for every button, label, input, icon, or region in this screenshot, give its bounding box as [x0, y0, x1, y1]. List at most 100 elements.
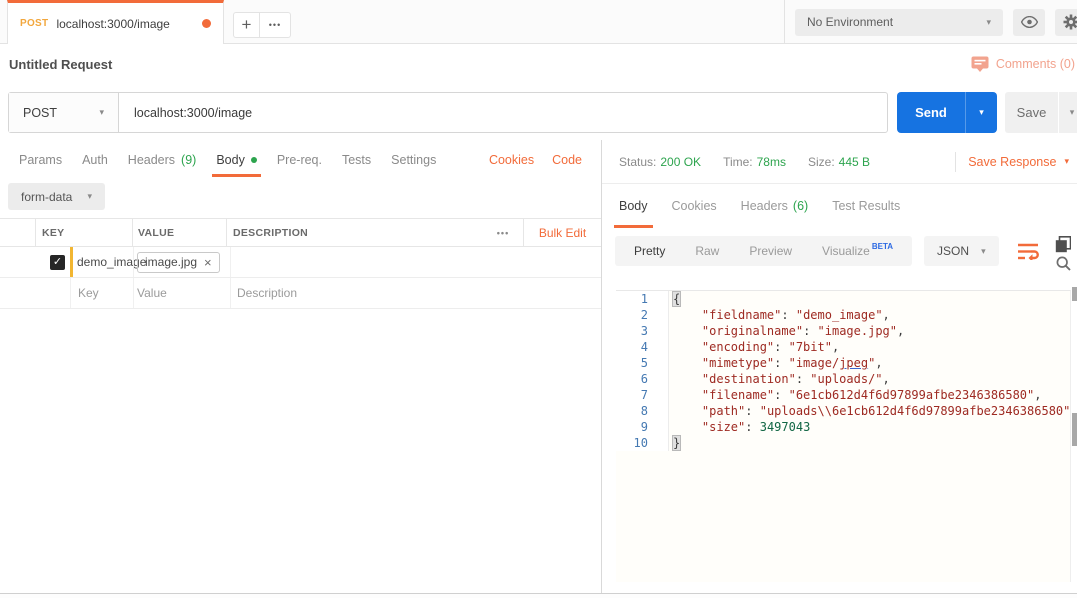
tab-headers[interactable]: Headers(9)	[118, 145, 207, 175]
scrollbar-thumb[interactable]	[1072, 287, 1077, 301]
body-mode-selector[interactable]: form-data ▾	[8, 183, 105, 210]
code-line: 7 "filename": "6e1cb612d4f6d97899afbe234…	[616, 387, 1070, 403]
comments-button[interactable]: Comments (0)	[971, 56, 1075, 72]
row-checkbox[interactable]: ✓	[50, 255, 65, 270]
line-number: 3	[616, 323, 669, 339]
tab-pre-req-[interactable]: Pre-req.	[267, 145, 332, 175]
column-header-key: KEY	[36, 219, 133, 246]
description-cell[interactable]	[230, 247, 601, 277]
code-line: 3 "originalname": "image.jpg",	[616, 323, 1070, 339]
request-pane: ParamsAuthHeaders(9)BodyPre-req.TestsSet…	[0, 140, 601, 593]
file-chip: image.jpg ×	[137, 252, 220, 273]
tab-params[interactable]: Params	[9, 145, 72, 175]
send-button[interactable]: Send	[897, 92, 966, 133]
save-response-button[interactable]: Save Response ▾	[956, 155, 1077, 169]
table-row: ✓ demo_image image.jpg ×	[0, 247, 601, 278]
status-value: 200 OK	[660, 155, 701, 169]
chevron-down-icon: ▾	[986, 17, 991, 28]
time-pair: Time:78ms	[723, 155, 786, 169]
gear-icon	[1063, 14, 1077, 30]
more-tabs-button[interactable]: •••	[260, 13, 290, 37]
wrap-text-icon	[1017, 242, 1039, 260]
response-tab-cookies[interactable]: Cookies	[660, 184, 729, 228]
remove-file-icon[interactable]: ×	[204, 255, 212, 270]
code-line: 5 "mimetype": "image/jpeg",	[616, 355, 1070, 371]
new-tab-button[interactable]: +	[234, 13, 260, 37]
response-tab-body[interactable]: Body	[607, 184, 660, 228]
tab-body[interactable]: Body	[206, 145, 267, 175]
line-number: 1	[616, 291, 669, 307]
line-number: 10	[616, 435, 669, 451]
line-number: 8	[616, 403, 669, 419]
cookies-link[interactable]: Cookies	[489, 153, 534, 167]
response-tab-headers[interactable]: Headers(6)	[729, 184, 821, 228]
form-data-table: KEY VALUE DESCRIPTION ••• Bulk Edit ✓ de…	[0, 218, 601, 309]
column-header-value: VALUE	[133, 219, 227, 246]
eye-icon	[1021, 16, 1038, 28]
response-pane: Status:200 OK Time:78ms Size:445 B Save …	[601, 140, 1077, 593]
column-header-description: DESCRIPTION	[227, 219, 483, 246]
code-line: 2 "fieldname": "demo_image",	[616, 307, 1070, 323]
search-icon	[1056, 256, 1071, 271]
method-selector[interactable]: POST ▾	[9, 93, 119, 132]
chevron-down-icon: ▾	[1064, 156, 1069, 167]
main-split: ParamsAuthHeaders(9)BodyPre-req.TestsSet…	[0, 140, 1077, 593]
body-mode-label: form-data	[21, 190, 72, 204]
bulk-edit-button[interactable]: Bulk Edit	[523, 219, 601, 246]
key-input[interactable]: Key	[70, 278, 133, 308]
view-tab-visualize[interactable]: VisualizeBETA	[807, 244, 908, 258]
tab-auth[interactable]: Auth	[72, 145, 118, 175]
line-number: 2	[616, 307, 669, 323]
response-tabs: BodyCookiesHeaders(6)Test Results	[602, 184, 1077, 228]
chevron-down-icon: ▾	[979, 107, 984, 118]
tab-controls: + •••	[233, 12, 291, 38]
size-pair: Size:445 B	[808, 155, 870, 169]
value-input[interactable]: Value	[133, 278, 230, 308]
environment-selector[interactable]: No Environment ▾	[795, 9, 1003, 36]
green-dot-icon	[251, 157, 257, 163]
send-options-button[interactable]: ▾	[966, 92, 997, 133]
view-tab-pretty[interactable]: Pretty	[619, 244, 680, 258]
wrap-text-button[interactable]	[1013, 236, 1043, 266]
language-selector[interactable]: JSON ▾	[924, 236, 999, 266]
description-input[interactable]: Description	[230, 278, 601, 308]
line-number: 6	[616, 371, 669, 387]
line-number: 7	[616, 387, 669, 403]
line-number: 4	[616, 339, 669, 355]
send-button-group: Send ▾	[897, 92, 997, 133]
time-value: 78ms	[757, 155, 786, 169]
save-button-group: Save ▾	[1005, 92, 1077, 133]
url-input[interactable]: localhost:3000/image	[119, 93, 887, 132]
copy-icon	[1055, 236, 1071, 253]
code-link[interactable]: Code	[552, 153, 582, 167]
save-options-button[interactable]: ▾	[1059, 92, 1077, 133]
key-cell[interactable]: demo_image	[70, 247, 133, 277]
comment-bubble-icon	[971, 56, 989, 72]
code-line: 10}	[616, 435, 1070, 451]
response-tab-test-results[interactable]: Test Results	[820, 184, 912, 228]
tab-settings[interactable]: Settings	[381, 145, 446, 175]
unsaved-dot-icon	[202, 19, 211, 28]
search-button[interactable]	[1056, 256, 1071, 271]
scrollbar-thumb[interactable]	[1072, 413, 1077, 446]
view-tab-raw[interactable]: Raw	[680, 244, 734, 258]
response-body-editor[interactable]: 1{2 "fieldname": "demo_image",3 "origina…	[616, 290, 1071, 582]
code-line: 9 "size": 3497043	[616, 419, 1070, 435]
request-tab[interactable]: POST localhost:3000/image	[7, 0, 224, 44]
tab-method-badge: POST	[20, 18, 48, 29]
copy-search-stack	[1055, 236, 1071, 271]
code-line: 4 "encoding": "7bit",	[616, 339, 1070, 355]
settings-button[interactable]	[1055, 9, 1077, 36]
save-button[interactable]: Save	[1005, 92, 1058, 133]
copy-button[interactable]	[1055, 236, 1071, 253]
table-more-button[interactable]: •••	[483, 228, 523, 238]
url-row: POST ▾ localhost:3000/image Send ▾ Save …	[0, 84, 1077, 140]
method-label: POST	[23, 106, 57, 120]
table-header-row: KEY VALUE DESCRIPTION ••• Bulk Edit	[0, 218, 601, 247]
table-row-placeholder: Key Value Description	[0, 278, 601, 309]
tab-tests[interactable]: Tests	[332, 145, 381, 175]
postman-window: POST localhost:3000/image + ••• No Envir…	[0, 0, 1077, 598]
tab-title: localhost:3000/image	[56, 17, 196, 31]
view-tab-preview[interactable]: Preview	[734, 244, 807, 258]
environment-quicklook-button[interactable]	[1013, 9, 1045, 36]
